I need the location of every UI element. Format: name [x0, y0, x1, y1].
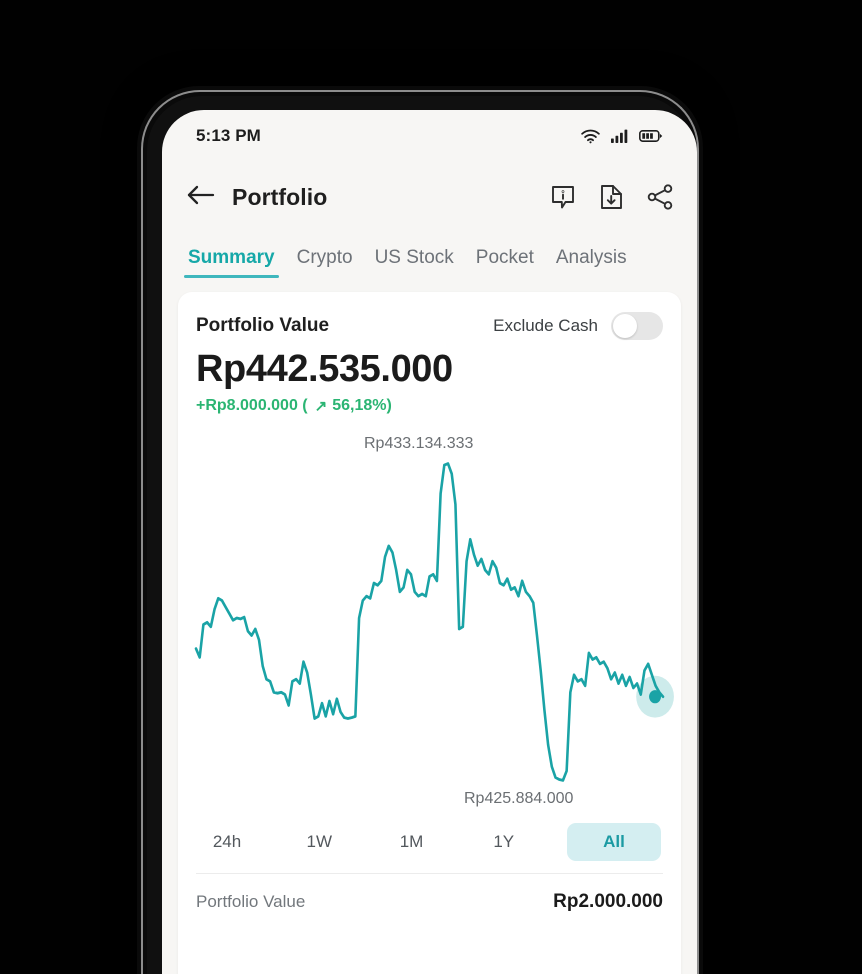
toggle-knob [613, 314, 637, 338]
portfolio-chart: Rp433.134.333 Rp425.884.000 [194, 435, 674, 815]
tab-crypto[interactable]: Crypto [287, 247, 363, 278]
tab-pocket[interactable]: Pocket [466, 247, 544, 278]
card-header: Portfolio Value Exclude Cash [196, 312, 663, 340]
chart-line-path [194, 462, 665, 782]
wifi-icon [581, 129, 600, 144]
portfolio-value-card: Portfolio Value Exclude Cash Rp442.535.0… [178, 292, 681, 974]
phone-screen: 5:13 PM Portfolio Summary Crypto US Stoc… [162, 110, 697, 974]
exclude-cash-label: Exclude Cash [493, 316, 598, 335]
status-bar-time: 5:13 PM [196, 126, 261, 145]
range-1y[interactable]: 1Y [475, 823, 533, 861]
range-24h[interactable]: 24h [198, 823, 256, 861]
app-bar: Portfolio [162, 162, 697, 232]
chart-max-label: Rp433.134.333 [364, 435, 474, 452]
status-bar-icons [581, 129, 675, 144]
chart-end-dot [649, 690, 662, 704]
info-bubble-icon[interactable] [549, 183, 577, 211]
arrow-left-icon [187, 184, 215, 211]
exclude-cash-toggle[interactable] [611, 312, 663, 340]
screenshot-root: 5:13 PM Portfolio Summary Crypto US Stoc… [0, 0, 862, 974]
range-selector: 24h 1W 1M 1Y All [196, 823, 663, 861]
range-1w[interactable]: 1W [290, 823, 348, 861]
portfolio-change: +Rp8.000.000 ( ↗ 56,18%) [196, 397, 663, 415]
chart-line-svg[interactable] [194, 457, 674, 787]
back-button[interactable] [184, 180, 218, 214]
stat-value: Rp2.000.000 [553, 891, 663, 912]
range-1m[interactable]: 1M [383, 823, 441, 861]
portfolio-value-label: Portfolio Value [196, 315, 330, 336]
tab-us-stock[interactable]: US Stock [365, 247, 464, 278]
change-percent: 56,18%) [332, 397, 392, 414]
stat-label: Portfolio Value [196, 892, 306, 911]
status-bar: 5:13 PM [162, 110, 697, 162]
cellular-signal-icon [611, 129, 628, 143]
tab-analysis[interactable]: Analysis [546, 247, 637, 278]
tab-summary[interactable]: Summary [178, 247, 285, 278]
battery-icon [639, 129, 663, 143]
chart-min-label: Rp425.884.000 [464, 790, 574, 807]
content-area: Portfolio Value Exclude Cash Rp442.535.0… [162, 278, 697, 974]
document-download-icon[interactable] [598, 183, 625, 211]
app-bar-actions [549, 183, 675, 211]
portfolio-value-stat-row: Portfolio Value Rp2.000.000 [196, 874, 663, 913]
portfolio-total-value: Rp442.535.000 [196, 348, 453, 390]
tab-bar: Summary Crypto US Stock Pocket Analysis [162, 232, 697, 278]
range-all[interactable]: All [567, 823, 661, 861]
page-title: Portfolio [232, 183, 328, 210]
exclude-cash-control: Exclude Cash [493, 312, 663, 340]
share-icon[interactable] [646, 183, 675, 211]
change-amount: +Rp8.000.000 ( [196, 397, 308, 414]
trend-up-arrow-icon: ↗ [314, 398, 328, 415]
